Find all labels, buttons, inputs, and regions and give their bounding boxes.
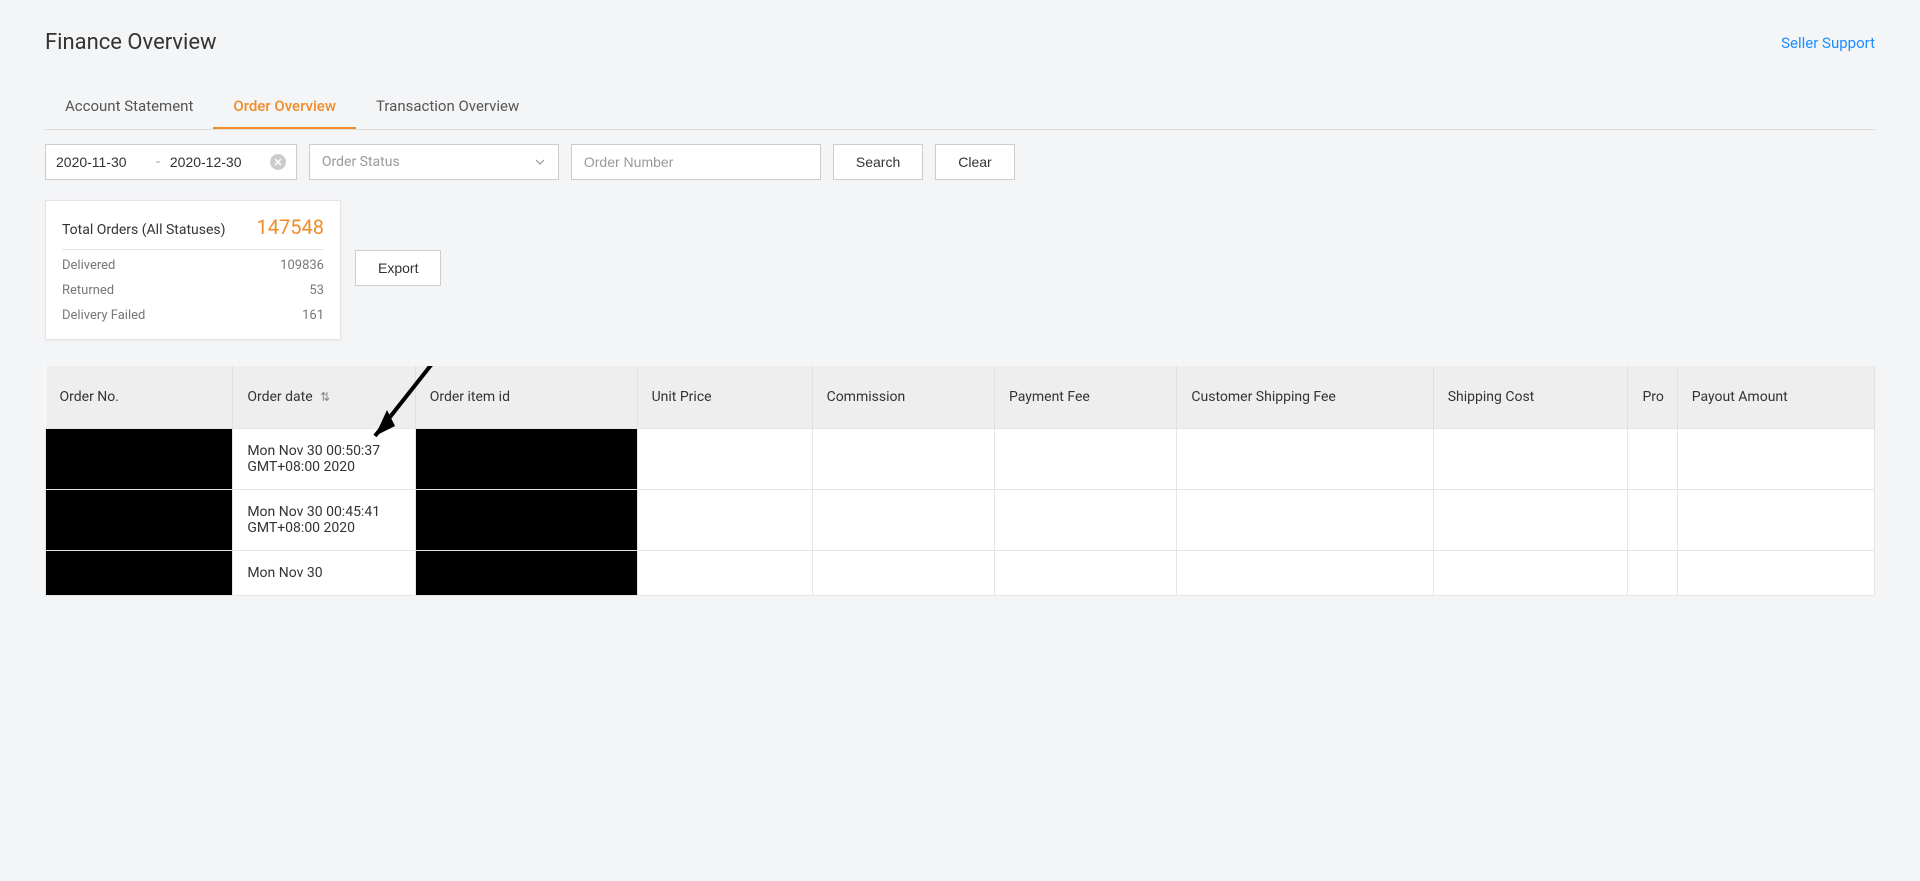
search-button[interactable]: Search (833, 144, 923, 180)
cell-order-item-id (415, 428, 637, 489)
summary-returned-value: 53 (309, 283, 324, 298)
cell-unit-price (637, 428, 812, 489)
cell-order-no (46, 489, 233, 550)
summary-card: Total Orders (All Statuses) 147548 Deliv… (45, 200, 341, 340)
summary-total-label: Total Orders (All Statuses) (62, 222, 226, 238)
cell-commission (812, 428, 994, 489)
orders-table: Order No. Order date ⇅ Order item id Uni… (45, 366, 1875, 596)
export-button[interactable]: Export (355, 250, 441, 286)
cell-shipping-cost (1433, 550, 1628, 595)
cell-order-date: Mon Nov 30 (233, 550, 415, 595)
order-number-input[interactable] (571, 144, 821, 180)
cell-payout-amount (1677, 489, 1874, 550)
cell-payout-amount (1677, 550, 1874, 595)
cell-order-no (46, 428, 233, 489)
seller-support-link[interactable]: Seller Support (1781, 34, 1875, 52)
table-row[interactable]: Mon Nov 30 00:45:41 GMT+08:00 2020 (46, 489, 1875, 550)
table-row[interactable]: Mon Nov 30 (46, 550, 1875, 595)
col-order-no[interactable]: Order No. (46, 366, 233, 428)
col-commission[interactable]: Commission (812, 366, 994, 428)
col-pro[interactable]: Pro (1628, 366, 1677, 428)
sort-icon[interactable]: ⇅ (320, 390, 330, 404)
summary-line-returned: Returned 53 (62, 275, 324, 300)
tab-account-statement[interactable]: Account Statement (45, 85, 213, 129)
cell-customer-shipping-fee (1177, 550, 1433, 595)
summary-delivered-label: Delivered (62, 258, 115, 273)
cell-order-date: Mon Nov 30 00:50:37 GMT+08:00 2020 (233, 428, 415, 489)
summary-line-delivery-failed: Delivery Failed 161 (62, 300, 324, 325)
cell-customer-shipping-fee (1177, 489, 1433, 550)
tab-order-overview[interactable]: Order Overview (213, 85, 356, 129)
col-order-date[interactable]: Order date ⇅ (233, 366, 415, 428)
date-to-input[interactable] (170, 154, 260, 170)
cell-payout-amount (1677, 428, 1874, 489)
table-header-row: Order No. Order date ⇅ Order item id Uni… (46, 366, 1875, 428)
page-title: Finance Overview (45, 30, 217, 55)
filters: - Order Status Search Clear (45, 144, 1875, 180)
clear-date-icon[interactable] (270, 154, 286, 170)
clear-button[interactable]: Clear (935, 144, 1014, 180)
summary-delivery-failed-value: 161 (302, 308, 324, 323)
tabs: Account Statement Order Overview Transac… (45, 85, 1875, 130)
cell-payment-fee (994, 489, 1176, 550)
cell-pro (1628, 489, 1677, 550)
col-unit-price[interactable]: Unit Price (637, 366, 812, 428)
cell-unit-price (637, 550, 812, 595)
table-wrap: Order No. Order date ⇅ Order item id Uni… (45, 366, 1875, 596)
tab-transaction-overview[interactable]: Transaction Overview (356, 85, 539, 129)
col-payment-fee[interactable]: Payment Fee (994, 366, 1176, 428)
cell-order-item-id (415, 489, 637, 550)
cell-shipping-cost (1433, 428, 1628, 489)
table-row[interactable]: Mon Nov 30 00:50:37 GMT+08:00 2020 (46, 428, 1875, 489)
cell-unit-price (637, 489, 812, 550)
cell-payment-fee (994, 428, 1176, 489)
col-customer-shipping-fee[interactable]: Customer Shipping Fee (1177, 366, 1433, 428)
order-status-select[interactable]: Order Status (309, 144, 559, 180)
cell-payment-fee (994, 550, 1176, 595)
date-from-input[interactable] (56, 154, 146, 170)
col-order-date-label: Order date (247, 389, 312, 405)
cell-commission (812, 550, 994, 595)
order-status-placeholder: Order Status (322, 154, 400, 170)
summary-line-delivered: Delivered 109836 (62, 250, 324, 275)
date-range-picker[interactable]: - (45, 144, 297, 180)
cell-pro (1628, 428, 1677, 489)
cell-commission (812, 489, 994, 550)
cell-pro (1628, 550, 1677, 595)
cell-order-no (46, 550, 233, 595)
cell-order-date: Mon Nov 30 00:45:41 GMT+08:00 2020 (233, 489, 415, 550)
date-separator: - (156, 154, 160, 170)
summary-total-value: 147548 (257, 215, 324, 239)
col-payout-amount[interactable]: Payout Amount (1677, 366, 1874, 428)
cell-order-item-id (415, 550, 637, 595)
col-shipping-cost[interactable]: Shipping Cost (1433, 366, 1628, 428)
cell-customer-shipping-fee (1177, 428, 1433, 489)
summary-delivery-failed-label: Delivery Failed (62, 308, 145, 323)
col-order-item-id[interactable]: Order item id (415, 366, 637, 428)
summary-delivered-value: 109836 (280, 258, 324, 273)
chevron-down-icon (534, 156, 546, 168)
summary-returned-label: Returned (62, 283, 114, 298)
cell-shipping-cost (1433, 489, 1628, 550)
